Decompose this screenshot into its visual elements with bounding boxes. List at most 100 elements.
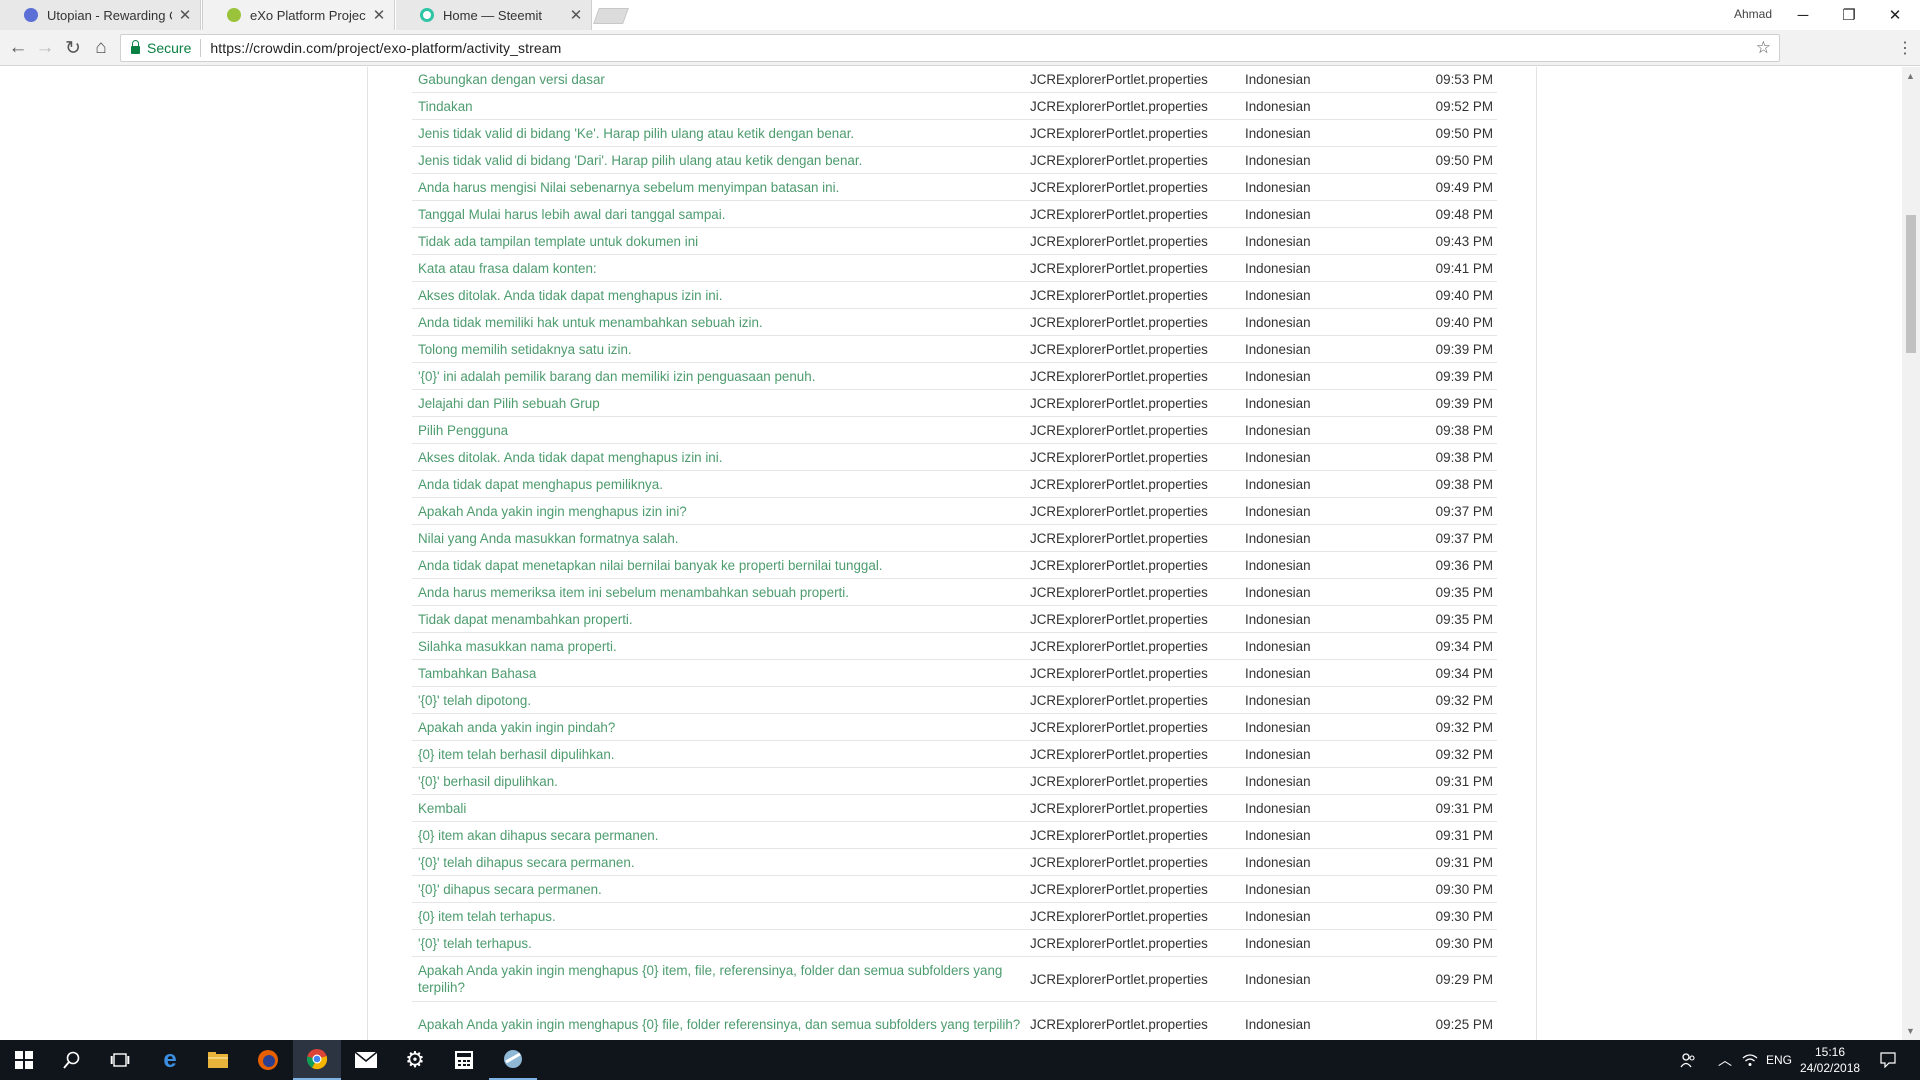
translation-link[interactable]: Anda tidak dapat menghapus pemiliknya.: [412, 472, 1027, 497]
timestamp: 09:52 PM: [1435, 98, 1493, 114]
url-text[interactable]: https://crowdin.com/project/exo-platform…: [210, 40, 561, 56]
activity-row: Apakah anda yakin ingin pindah? JCRExplor…: [412, 714, 1497, 741]
vertical-scrollbar[interactable]: ▲ ▼: [1902, 67, 1920, 1040]
tab-exo-platform[interactable]: eXo Platform Project Act ✕: [202, 0, 395, 30]
settings-gear-icon[interactable]: ⚙: [391, 1040, 439, 1080]
translation-link[interactable]: '{0}' telah terhapus.: [412, 931, 1027, 956]
tab-utopian[interactable]: Utopian - Rewarding Op ✕: [0, 0, 201, 30]
activity-row: '{0}' ini adalah pemilik barang dan memi…: [412, 363, 1497, 390]
translation-link[interactable]: Tambahkan Bahasa: [412, 661, 1027, 686]
mail-icon[interactable]: [342, 1040, 390, 1080]
show-hidden-icons-chevron-up-icon[interactable]: ︿: [1718, 1040, 1732, 1080]
browser-menu-icon[interactable]: ⋮: [1897, 38, 1913, 58]
divider: [200, 39, 202, 57]
translation-link[interactable]: Anda tidak dapat menetapkan nilai bernil…: [412, 553, 1027, 578]
app-icon[interactable]: [489, 1040, 537, 1080]
edge-browser-icon[interactable]: e: [146, 1040, 194, 1080]
translation-link[interactable]: Jenis tidak valid di bidang 'Ke'. Harap …: [412, 121, 1027, 146]
language-name: Indonesian: [1245, 773, 1311, 789]
close-tab-icon[interactable]: ✕: [372, 6, 386, 24]
translation-link[interactable]: Tindakan: [412, 94, 1027, 119]
input-language-indicator[interactable]: ENG: [1766, 1040, 1792, 1080]
timestamp: 09:43 PM: [1435, 233, 1493, 249]
minimize-icon[interactable]: ─: [1780, 0, 1826, 30]
clock-date: 24/02/2018: [1800, 1061, 1861, 1075]
translation-link[interactable]: Silahka masukkan nama properti.: [412, 634, 1027, 659]
translation-link[interactable]: Apakah Anda yakin ingin menghapus {0} it…: [412, 958, 1027, 1000]
translation-link[interactable]: {0} item telah terhapus.: [412, 904, 1027, 929]
window-close-icon[interactable]: ✕: [1872, 0, 1918, 30]
timestamp: 09:35 PM: [1435, 611, 1493, 627]
new-tab-button[interactable]: [593, 8, 629, 24]
translation-link[interactable]: Anda harus memeriksa item ini sebelum me…: [412, 580, 1027, 605]
scrollbar-thumb[interactable]: [1906, 215, 1916, 353]
translation-link[interactable]: Jelajahi dan Pilih sebuah Grup: [412, 391, 1027, 416]
translation-link[interactable]: '{0}' dihapus secara permanen.: [412, 877, 1027, 902]
language-name: Indonesian: [1245, 422, 1311, 438]
translation-link[interactable]: Pilih Pengguna: [412, 418, 1027, 443]
timestamp: 09:34 PM: [1435, 638, 1493, 654]
translation-link[interactable]: Tanggal Mulai harus lebih awal dari tang…: [412, 202, 1027, 227]
reload-icon[interactable]: ↻: [60, 36, 86, 60]
home-icon[interactable]: ⌂: [88, 36, 114, 60]
file-name: JCRExplorerPortlet.properties: [1030, 72, 1208, 87]
restore-icon[interactable]: ❐: [1826, 0, 1872, 30]
scroll-down-icon[interactable]: ▼: [1906, 1026, 1915, 1036]
timestamp: 09:49 PM: [1435, 179, 1493, 195]
translation-link[interactable]: Nilai yang Anda masukkan formatnya salah…: [412, 526, 1027, 551]
search-icon[interactable]: [48, 1040, 96, 1080]
translation-link[interactable]: Tolong memilih setidaknya satu izin.: [412, 337, 1027, 362]
translation-link[interactable]: Jenis tidak valid di bidang 'Dari'. Hara…: [412, 148, 1027, 173]
utopian-favicon-icon: [24, 8, 38, 22]
address-bar[interactable]: Secure https://crowdin.com/project/exo-p…: [120, 34, 1780, 62]
language-name: Indonesian: [1245, 98, 1311, 114]
translation-link[interactable]: Tidak dapat menambahkan properti.: [412, 607, 1027, 632]
translation-link[interactable]: Gabungkan dengan versi dasar: [412, 67, 1027, 92]
translation-link[interactable]: Apakah Anda yakin ingin menghapus {0} fi…: [412, 1012, 1027, 1037]
translation-link[interactable]: Anda tidak memiliki hak untuk menambahka…: [412, 310, 1027, 335]
back-arrow-icon[interactable]: ←: [5, 36, 31, 60]
translation-link[interactable]: Kata atau frasa dalam konten:: [412, 256, 1027, 281]
translation-link[interactable]: '{0}' telah dihapus secara permanen.: [412, 850, 1027, 875]
calculator-icon[interactable]: [440, 1040, 488, 1080]
language-name: Indonesian: [1245, 152, 1311, 168]
translation-link[interactable]: {0} item telah berhasil dipulihkan.: [412, 742, 1027, 767]
translation-link[interactable]: Akses ditolak. Anda tidak dapat menghapu…: [412, 445, 1027, 470]
bookmark-star-icon[interactable]: ☆: [1756, 38, 1771, 58]
people-icon[interactable]: [1680, 1040, 1696, 1080]
translation-link[interactable]: Tidak ada tampilan template untuk dokume…: [412, 229, 1027, 254]
translation-link[interactable]: Apakah Anda yakin ingin menghapus izin i…: [412, 499, 1027, 524]
language-name: Indonesian: [1245, 233, 1311, 249]
language-name: Indonesian: [1245, 584, 1311, 600]
translation-link[interactable]: Apakah anda yakin ingin pindah?: [412, 715, 1027, 740]
chrome-icon[interactable]: [293, 1040, 341, 1080]
translation-link[interactable]: '{0}' ini adalah pemilik barang dan memi…: [412, 364, 1027, 389]
language-name: Indonesian: [1245, 530, 1311, 546]
file-explorer-icon[interactable]: [194, 1040, 242, 1080]
translation-link[interactable]: Kembali: [412, 796, 1027, 821]
translation-link[interactable]: Akses ditolak. Anda tidak dapat menghapu…: [412, 283, 1027, 308]
windows-start-icon[interactable]: [0, 1040, 48, 1080]
translation-link[interactable]: {0} item akan dihapus secara permanen.: [412, 823, 1027, 848]
language-name: Indonesian: [1245, 665, 1311, 681]
file-name: JCRExplorerPortlet.properties: [1030, 665, 1208, 681]
close-tab-icon[interactable]: ✕: [178, 6, 192, 24]
wifi-icon[interactable]: [1742, 1040, 1758, 1080]
task-view-icon[interactable]: [96, 1040, 144, 1080]
translation-link[interactable]: '{0}' berhasil dipulihkan.: [412, 769, 1027, 794]
close-tab-icon[interactable]: ✕: [569, 6, 583, 24]
system-clock[interactable]: 15:16 24/02/2018: [1800, 1044, 1860, 1076]
scroll-up-icon[interactable]: ▲: [1906, 71, 1915, 81]
language-name: Indonesian: [1245, 692, 1311, 708]
timestamp: 09:32 PM: [1435, 746, 1493, 762]
activity-row: Tambahkan Bahasa JCRExplorerPortlet.prope…: [412, 660, 1497, 687]
translation-link[interactable]: Anda harus mengisi Nilai sebenarnya sebe…: [412, 175, 1027, 200]
tab-steemit[interactable]: Home — Steemit ✕: [396, 0, 592, 30]
forward-arrow-icon[interactable]: →: [32, 36, 58, 60]
file-name: JCRExplorerPortlet.properties: [1030, 206, 1208, 222]
firefox-icon[interactable]: [244, 1040, 292, 1080]
translation-link[interactable]: '{0}' telah dipotong.: [412, 688, 1027, 713]
file-name: JCRExplorerPortlet.properties: [1030, 260, 1208, 276]
notifications-icon[interactable]: [1880, 1040, 1896, 1080]
profile-name[interactable]: Ahmad: [1734, 7, 1772, 21]
